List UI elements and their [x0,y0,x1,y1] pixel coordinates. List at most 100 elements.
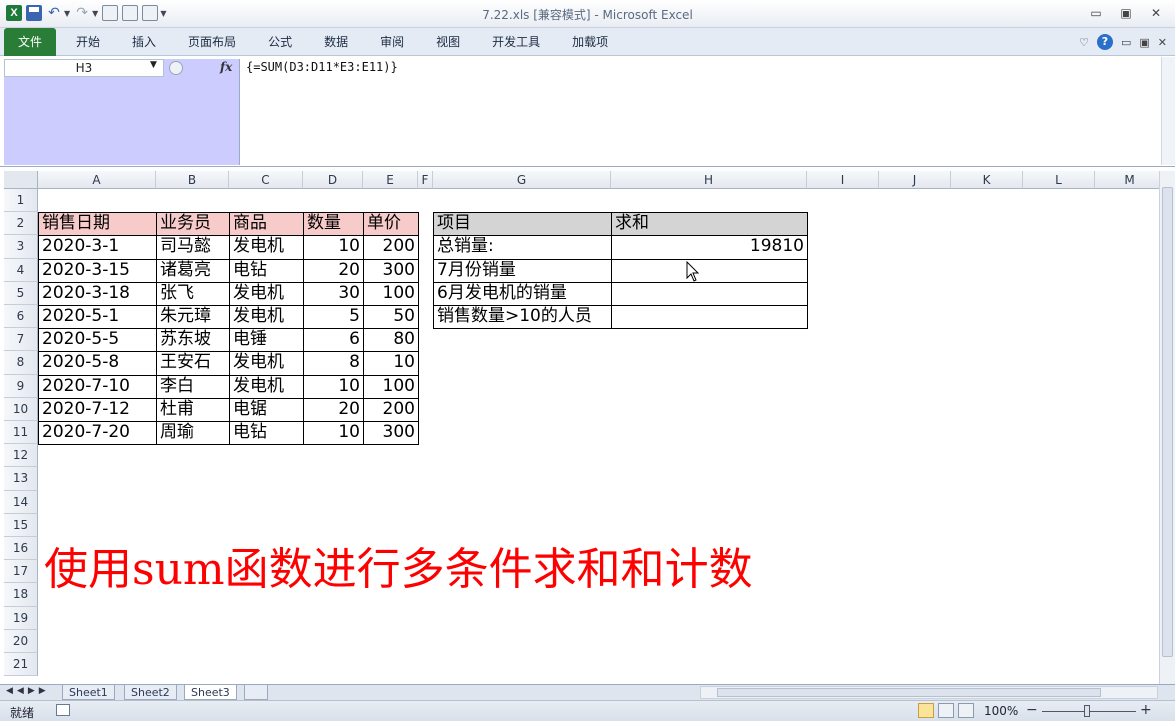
tab-file[interactable]: 文件 [4,28,57,56]
minimize-icon[interactable]: ▭ [1085,5,1107,21]
sales-data-cell[interactable]: 张飞 [156,281,230,306]
zoom-in-icon[interactable]: + [1140,702,1152,718]
row-header-13[interactable]: 13 [4,467,38,491]
help-icon[interactable]: ? [1096,34,1113,50]
row-header-19[interactable]: 19 [4,606,38,630]
sales-data-cell[interactable]: 200 [363,397,419,422]
row-header-14[interactable]: 14 [4,490,38,514]
tab-developer[interactable]: 开发工具 [476,28,556,56]
column-header-d[interactable]: D [303,171,363,189]
sales-data-cell[interactable]: 电钻 [229,421,304,446]
sales-data-cell[interactable]: 100 [363,281,419,306]
vertical-scroll-thumb[interactable] [1162,187,1173,657]
row-header-18[interactable]: 18 [4,583,38,607]
sales-data-cell[interactable]: 80 [363,328,419,353]
sales-data-cell[interactable]: 300 [363,258,419,283]
sales-data-cell[interactable]: 2020-3-15 [38,258,157,283]
summary-data-cell[interactable] [611,281,808,306]
tab-page-layout[interactable]: 页面布局 [172,28,252,56]
name-box[interactable]: H3 [4,59,164,77]
formula-input[interactable]: {=SUM(D3:D11*E3:E11)} [246,60,398,74]
column-header-k[interactable]: K [951,171,1023,189]
column-header-g[interactable]: G [433,171,611,189]
row-header-3[interactable]: 3 [4,235,38,259]
summary-header-cell[interactable]: 求和 [611,212,808,237]
sales-data-cell[interactable]: 2020-5-8 [38,351,157,376]
column-header-f[interactable]: F [418,171,433,189]
column-header-l[interactable]: L [1023,171,1095,189]
tab-review[interactable]: 审阅 [364,28,420,56]
row-header-15[interactable]: 15 [4,513,38,537]
workbook-minimize-icon[interactable]: ▭ [1121,36,1131,49]
sales-data-cell[interactable]: 2020-5-5 [38,328,157,353]
page-layout-view-icon[interactable] [938,703,954,718]
workbook-close-icon[interactable]: ✕ [1158,36,1167,49]
sales-data-cell[interactable]: 王安石 [156,351,230,376]
tab-data[interactable]: 数据 [308,28,364,56]
sales-data-cell[interactable]: 2020-3-18 [38,281,157,306]
sales-data-cell[interactable]: 苏东坡 [156,328,230,353]
formula-bar-scrollbar[interactable] [1161,57,1175,165]
row-header-6[interactable]: 6 [4,305,38,329]
summary-data-cell[interactable]: 7月份销量 [433,258,612,283]
sales-data-cell[interactable]: 电钻 [229,258,304,283]
sales-data-cell[interactable]: 司马懿 [156,235,230,260]
expand-circle-icon[interactable] [169,61,183,75]
sales-data-cell[interactable]: 20 [303,258,364,283]
tab-home[interactable]: 开始 [60,28,116,56]
sales-header-cell[interactable]: 单价 [363,212,419,237]
vertical-scrollbar[interactable] [1159,171,1175,684]
select-all-corner[interactable] [4,171,38,189]
sales-data-cell[interactable]: 200 [363,235,419,260]
worksheet-grid[interactable]: ABCDEFGHIJKLM 1 2 3 4 5 6 7 8 9 10 11 12 13 14 15 16 17 1… [4,171,1159,684]
row-header-4[interactable]: 4 [4,258,38,282]
sales-data-cell[interactable]: 10 [303,421,364,446]
column-header-b[interactable]: B [156,171,229,189]
row-header-2[interactable]: 2 [4,212,38,236]
summary-data-cell[interactable]: 总销量: [433,235,612,260]
sheet-tab-1[interactable]: Sheet1 [62,685,115,700]
insert-sheet-icon[interactable] [244,685,268,700]
sales-header-cell[interactable]: 业务员 [156,212,230,237]
tab-add-ins[interactable]: 加载项 [556,28,624,56]
sales-data-cell[interactable]: 10 [303,235,364,260]
restore-icon[interactable]: ▣ [1115,5,1137,21]
sales-header-cell[interactable]: 商品 [229,212,304,237]
page-break-view-icon[interactable] [958,703,974,718]
sales-data-cell[interactable]: 100 [363,374,419,399]
sales-data-cell[interactable]: 发电机 [229,235,304,260]
row-header-11[interactable]: 11 [4,421,38,445]
row-header-12[interactable]: 12 [4,444,38,468]
horizontal-scrollbar[interactable] [700,686,1158,699]
sales-data-cell[interactable]: 2020-5-1 [38,305,157,330]
sales-data-cell[interactable]: 发电机 [229,374,304,399]
column-header-i[interactable]: I [807,171,879,189]
sales-data-cell[interactable]: 50 [363,305,419,330]
zoom-out-icon[interactable]: − [1026,702,1038,718]
sales-data-cell[interactable]: 朱元璋 [156,305,230,330]
row-header-8[interactable]: 8 [4,351,38,375]
row-header-7[interactable]: 7 [4,328,38,352]
normal-view-icon[interactable] [918,703,934,718]
summary-data-cell[interactable]: 19810 [611,235,808,260]
summary-data-cell[interactable]: 销售数量>10的人员 [433,305,612,330]
workbook-restore-icon[interactable]: ▣ [1139,36,1149,49]
column-header-h[interactable]: H [611,171,807,189]
sales-data-cell[interactable]: 发电机 [229,281,304,306]
sales-data-cell[interactable]: 2020-3-1 [38,235,157,260]
sales-data-cell[interactable]: 电锤 [229,328,304,353]
name-box-dropdown-icon[interactable]: ▼ [150,60,157,70]
row-header-21[interactable]: 21 [4,653,38,677]
summary-data-cell[interactable] [611,258,808,283]
summary-data-cell[interactable]: 6月发电机的销量 [433,281,612,306]
row-header-10[interactable]: 10 [4,397,38,421]
column-header-c[interactable]: C [229,171,303,189]
sales-header-cell[interactable]: 销售日期 [38,212,157,237]
sales-data-cell[interactable]: 2020-7-12 [38,397,157,422]
sales-data-cell[interactable]: 10 [363,351,419,376]
column-header-m[interactable]: M [1095,171,1159,189]
close-icon[interactable]: ✕ [1145,5,1167,21]
sales-data-cell[interactable]: 20 [303,397,364,422]
sales-data-cell[interactable]: 诸葛亮 [156,258,230,283]
row-header-9[interactable]: 9 [4,374,38,398]
